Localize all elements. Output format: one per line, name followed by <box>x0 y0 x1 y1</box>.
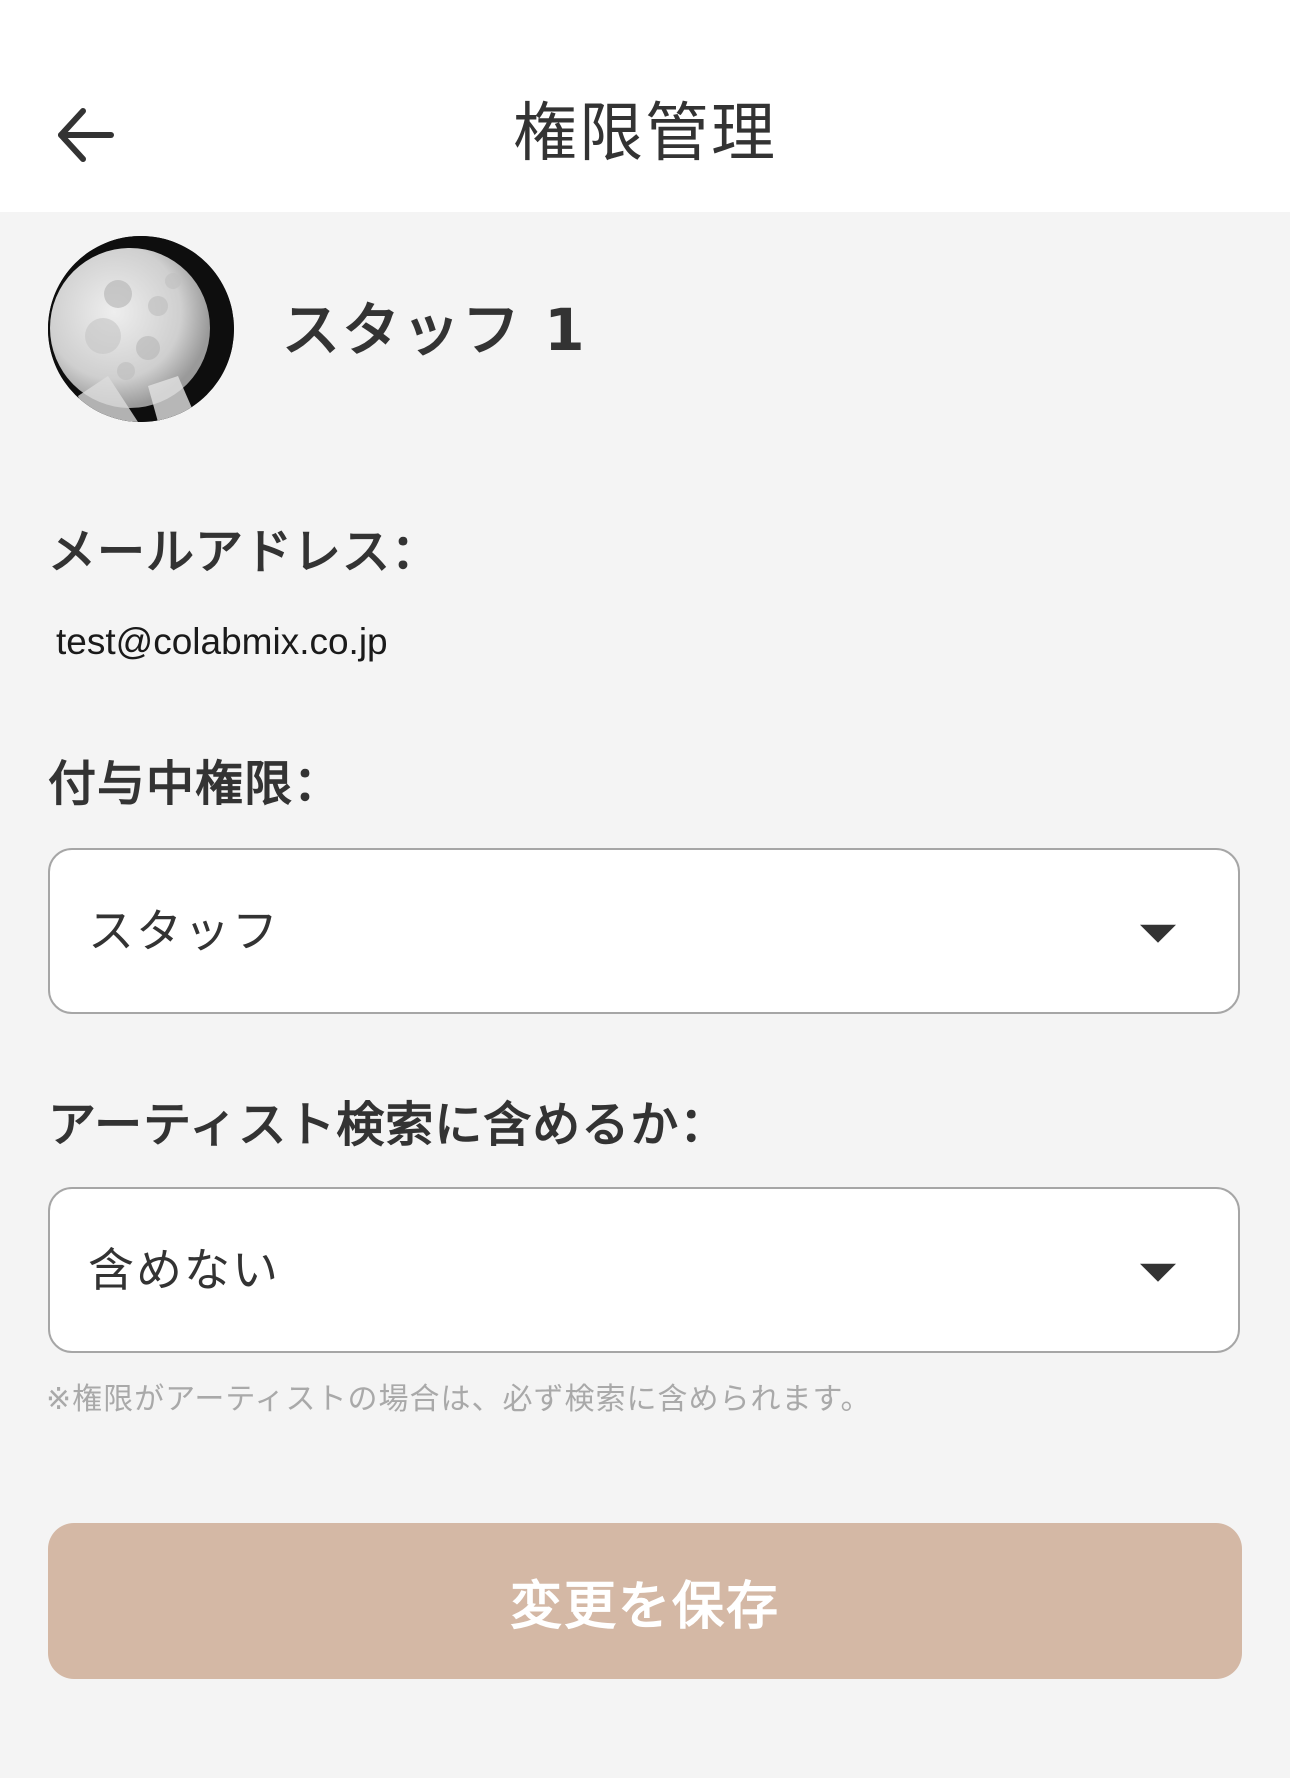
user-name: スタッフ 1 <box>282 296 587 364</box>
permission-select[interactable]: スタッフ <box>48 848 1240 1014</box>
save-button-label: 変更を保存 <box>509 1576 780 1637</box>
save-button[interactable]: 変更を保存 <box>48 1523 1242 1679</box>
artist-search-label: アーティスト検索に含めるか： <box>48 1097 729 1153</box>
page-title: 権限管理 <box>513 97 777 171</box>
chevron-down-icon <box>1140 1263 1176 1282</box>
permission-label: 付与中権限： <box>48 756 343 812</box>
artist-search-select[interactable]: 含めない <box>48 1187 1240 1353</box>
email-label: メールアドレス： <box>48 524 441 580</box>
artist-search-select-value: 含めない <box>88 1243 280 1297</box>
permission-select-value: スタッフ <box>88 904 280 958</box>
app-header: 権限管理 <box>0 0 1290 212</box>
moon-avatar-image <box>48 236 234 422</box>
artist-search-note: ※権限がアーティストの場合は、必ず検索に含められます。 <box>46 1382 872 1417</box>
avatar <box>48 236 234 422</box>
email-value: test@colabmix.co.jp <box>56 621 388 662</box>
chevron-down-icon <box>1140 924 1176 943</box>
